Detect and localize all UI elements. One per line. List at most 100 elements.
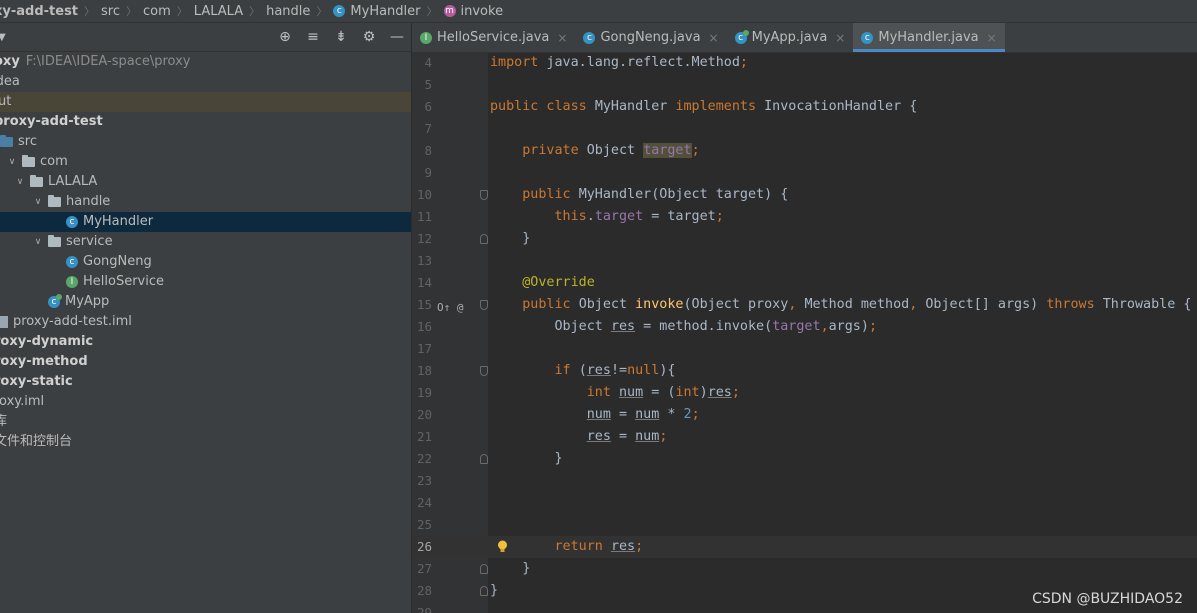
code-line: 19 int num = (int)res; [412,382,1197,404]
code-text: } [490,451,563,466]
expand-chevron-icon[interactable]: ∨ [14,172,26,192]
chevron-right-icon: 〉 [316,5,328,18]
tree-item-label: MyHandler [83,214,154,229]
breadcrumb-item[interactable]: c MyHandler [333,4,421,19]
class-icon: c [66,216,78,228]
code-text: private Object target; [522,143,700,158]
fold-marker-icon[interactable] [480,586,488,596]
tree-item[interactable]: ∨ com [0,152,411,172]
tree-item[interactable]: proxy-add-test [0,112,411,132]
expand-chevron-icon[interactable]: ∨ [32,192,44,212]
code-text: num = num * 2; [586,407,700,422]
expand-chevron-icon[interactable]: ∨ [32,232,44,252]
editor-tab[interactable]: c GongNeng.java × [575,23,726,52]
line-number: 28 [416,583,432,598]
file-icon [0,316,8,328]
project-tool-window: ▼ ⊕ ≡ ⇟ ⚙ — oxy F:\IDEA\IDEA-space\proxy i… [0,23,411,613]
tree-item-label: ut [0,94,12,109]
fold-marker-icon[interactable] [480,454,488,464]
class-icon: c [66,256,78,268]
tree-item-label: proxy-add-test [0,114,103,129]
code-line: 20 num = num * 2; [412,404,1197,426]
code-line: 10 public MyHandler(Object target) { [412,184,1197,206]
collapse-all-icon[interactable]: ⇟ [333,29,349,45]
tree-item[interactable]: c MyApp [0,292,411,312]
line-number: 20 [416,407,432,422]
tree-item[interactable]: oxy F:\IDEA\IDEA-space\proxy [0,52,411,72]
line-number: 24 [416,495,432,510]
locate-icon[interactable]: ⊕ [277,29,293,45]
breadcrumb-item[interactable]: LALALA [194,4,243,19]
tree-item[interactable]: 文件和控制台 [0,432,411,452]
gear-icon[interactable]: ⚙ [361,29,377,45]
code-line: 8 private Object target; [412,140,1197,162]
code-editor[interactable]: CSDN @BUZHIDAO52 4 import java.lang.refle… [412,53,1197,613]
tree-item[interactable]: roxy.iml [0,392,411,412]
breadcrumb-item[interactable]: src [101,4,120,19]
line-number: 5 [424,77,432,92]
tree-item[interactable]: c MyHandler [0,212,411,232]
code-text: @Override [522,275,595,290]
tree-item[interactable]: proxy-add-test.iml [0,312,411,332]
interface-icon: I [420,31,432,44]
close-icon[interactable]: × [709,31,719,45]
line-number: 6 [424,99,432,114]
fold-marker-icon[interactable] [480,190,488,200]
tree-item-label: roxy-static [0,374,73,389]
breadcrumb-item[interactable]: handle [266,4,310,19]
tree-item-label: com [40,154,68,169]
code-line: 23 [412,470,1197,492]
dropdown-arrow-icon[interactable]: ▼ [0,32,6,43]
tree-item-label: idea [0,74,20,89]
fold-marker-icon[interactable] [480,564,488,574]
line-number: 23 [416,473,432,488]
close-icon[interactable]: × [987,31,997,45]
line-number: 7 [424,121,432,136]
tree-item[interactable]: ∨ LALALA [0,172,411,192]
tree-item[interactable]: src [0,132,411,152]
tree-item[interactable]: I HelloService [0,272,411,292]
breadcrumb-item[interactable]: m invoke [443,4,503,19]
tree-item[interactable]: 库 [0,412,411,432]
editor-tab[interactable]: I HelloService.java × [412,23,575,52]
tree-item[interactable]: roxy-dynamic [0,332,411,352]
code-line: 9 [412,162,1197,184]
code-line: 15 O↑ @ public Object invoke(Object proxy… [412,294,1197,316]
tab-label: HelloService.java [437,30,550,45]
tree-item[interactable]: roxy-method [0,352,411,372]
tree-item[interactable]: idea [0,72,411,92]
hide-icon[interactable]: — [389,29,405,45]
code-line: 21 res = num; [412,426,1197,448]
close-icon[interactable]: × [835,31,845,45]
fold-marker-icon[interactable] [480,366,488,376]
code-line: 25 [412,514,1197,536]
tree-item[interactable]: ∨ handle [0,192,411,212]
expand-all-icon[interactable]: ≡ [305,29,321,45]
expand-chevron-icon[interactable]: ∨ [6,152,18,172]
code-text: this.target = target; [554,209,724,224]
line-number: 9 [424,165,432,180]
line-number: 8 [424,143,432,158]
fold-marker-icon[interactable] [480,300,488,310]
breadcrumb-item[interactable]: com [143,4,171,19]
tree-item[interactable]: ∨ service [0,232,411,252]
code-line: 16 Object res = method.invoke(target,arg… [412,316,1197,338]
interface-icon: I [66,276,78,288]
fold-marker-icon[interactable] [480,234,488,244]
code-text: } [490,561,531,576]
tree-item[interactable]: c GongNeng [0,252,411,272]
folder-icon [48,235,61,247]
editor-tab[interactable]: c MyApp.java × [727,23,854,52]
editor-tab[interactable]: c MyHandler.java × [853,23,1006,52]
chevron-right-icon: 〉 [249,5,261,18]
breadcrumb-item[interactable]: xy-add-test [0,4,78,19]
class-icon: c [333,5,346,17]
line-number: 17 [416,341,432,356]
tree-item-label: HelloService [83,274,164,289]
tree-item[interactable]: roxy-static [0,372,411,392]
code-line: 5 [412,74,1197,96]
code-text: public MyHandler(Object target) { [522,187,789,202]
tree-item[interactable]: ut [0,92,411,112]
chevron-right-icon: 〉 [426,5,438,18]
close-icon[interactable]: × [557,31,567,45]
